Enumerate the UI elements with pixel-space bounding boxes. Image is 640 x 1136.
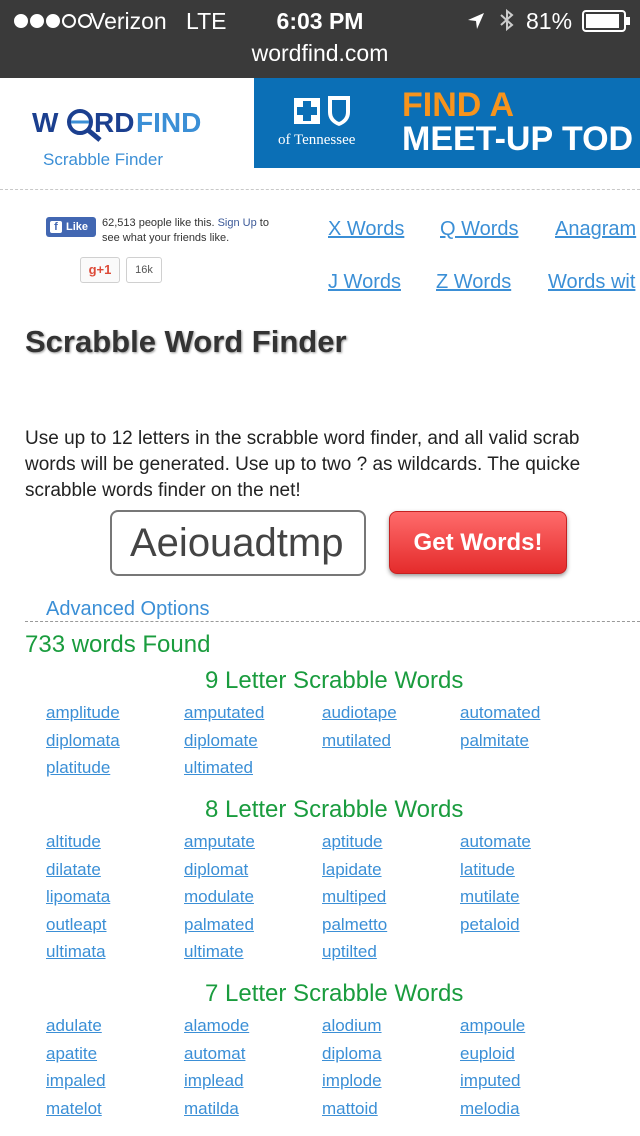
- word-link[interactable]: automate: [460, 832, 531, 852]
- word-link[interactable]: multiped: [322, 887, 386, 907]
- logo-subtitle: Scrabble Finder: [42, 150, 163, 169]
- word-link[interactable]: altitude: [46, 832, 101, 852]
- site-header: W RD FIND Scrabble Finder of Tennessee F…: [0, 78, 640, 190]
- battery-percent: 81%: [526, 8, 573, 34]
- word-link[interactable]: ultimata: [46, 942, 106, 962]
- word-link[interactable]: latitude: [460, 860, 515, 880]
- word-link[interactable]: diploma: [322, 1044, 382, 1064]
- intro-line: words will be generated. Use up to two ?…: [25, 454, 581, 475]
- word-link[interactable]: uptilted: [322, 942, 377, 962]
- bluetooth-icon: [498, 8, 516, 38]
- word-link[interactable]: diplomata: [46, 731, 120, 751]
- facebook-like-button[interactable]: f Like: [46, 217, 96, 237]
- word-link[interactable]: audiotape: [322, 703, 397, 723]
- facebook-icon: f: [50, 221, 62, 233]
- word-link[interactable]: dilatate: [46, 860, 101, 880]
- google-plus-count: 16k: [126, 257, 162, 283]
- nav-link-j-words[interactable]: J Words: [328, 271, 401, 294]
- word-link[interactable]: ultimated: [184, 758, 253, 778]
- word-link[interactable]: matilda: [184, 1099, 239, 1119]
- word-link[interactable]: amputate: [184, 832, 255, 852]
- word-link[interactable]: palmetto: [322, 915, 387, 935]
- section-title: 9 Letter Scrabble Words: [205, 667, 464, 694]
- intro-line: scrabble words finder on the net!: [25, 480, 301, 501]
- word-link[interactable]: outleapt: [46, 915, 107, 935]
- advertisement-banner[interactable]: of Tennessee FIND A MEET-UP TOD: [254, 78, 640, 168]
- word-link[interactable]: aptitude: [322, 832, 383, 852]
- location-arrow-icon: [466, 10, 486, 37]
- letters-input[interactable]: Aeiouadtmp: [110, 510, 366, 576]
- battery-icon: [582, 10, 632, 38]
- word-link[interactable]: automat: [184, 1044, 245, 1064]
- word-link[interactable]: lipomata: [46, 887, 110, 907]
- facebook-signup-link[interactable]: Sign Up: [218, 217, 257, 229]
- word-link[interactable]: platitude: [46, 758, 110, 778]
- word-link[interactable]: mutilated: [322, 731, 391, 751]
- word-link[interactable]: alodium: [322, 1016, 382, 1036]
- nav-link-words-with[interactable]: Words wit: [548, 271, 635, 294]
- word-link[interactable]: apatite: [46, 1044, 97, 1064]
- svg-text:FIND: FIND: [136, 107, 201, 138]
- word-link[interactable]: mutilate: [460, 887, 520, 907]
- word-link[interactable]: lapidate: [322, 860, 382, 880]
- facebook-like-text: 62,513 people like this. Sign Up to see …: [102, 217, 269, 244]
- word-link[interactable]: ultimate: [184, 942, 244, 962]
- nav-link-q-words[interactable]: Q Words: [440, 218, 519, 241]
- word-link[interactable]: matelot: [46, 1099, 102, 1119]
- nav-link-anagram[interactable]: Anagram: [555, 218, 636, 241]
- header-divider: [0, 189, 640, 190]
- word-link[interactable]: automated: [460, 703, 540, 723]
- word-link[interactable]: modulate: [184, 887, 254, 907]
- page-title: Scrabble Word Finder: [25, 324, 347, 359]
- word-link[interactable]: diplomate: [184, 731, 258, 751]
- ad-headline-2: MEET-UP TOD: [402, 120, 634, 158]
- word-link[interactable]: ampoule: [460, 1016, 525, 1036]
- ad-organization: of Tennessee: [278, 132, 356, 148]
- google-plus-button[interactable]: g+1: [80, 257, 120, 283]
- get-words-button[interactable]: Get Words!: [389, 511, 567, 574]
- wordfind-logo[interactable]: W RD FIND: [30, 92, 230, 142]
- svg-text:RD: RD: [94, 107, 134, 138]
- word-link[interactable]: melodia: [460, 1099, 520, 1119]
- word-link[interactable]: imputed: [460, 1071, 520, 1091]
- word-link[interactable]: diplomat: [184, 860, 248, 880]
- address-bar-url[interactable]: wordfind.com: [0, 40, 640, 67]
- bcbs-logo-icon: [288, 92, 368, 133]
- status-bar: Verizon LTE 6:03 PM 81% wordfind.com: [0, 0, 640, 78]
- intro-line: Use up to 12 letters in the scrabble wor…: [25, 428, 580, 449]
- nav-link-x-words[interactable]: X Words: [328, 218, 404, 241]
- word-link[interactable]: euploid: [460, 1044, 515, 1064]
- word-link[interactable]: implead: [184, 1071, 244, 1091]
- word-link[interactable]: adulate: [46, 1016, 102, 1036]
- word-link[interactable]: palmated: [184, 915, 254, 935]
- word-link[interactable]: petaloid: [460, 915, 520, 935]
- word-link[interactable]: mattoid: [322, 1099, 378, 1119]
- section-title: 7 Letter Scrabble Words: [205, 980, 464, 1007]
- section-title: 8 Letter Scrabble Words: [205, 796, 464, 823]
- advanced-options-link[interactable]: Advanced Options: [46, 598, 209, 621]
- word-link[interactable]: palmitate: [460, 731, 529, 751]
- nav-link-z-words[interactable]: Z Words: [436, 271, 511, 294]
- word-link[interactable]: impaled: [46, 1071, 106, 1091]
- svg-text:W: W: [32, 107, 59, 138]
- words-found-count: 733 words Found: [25, 631, 211, 658]
- word-link[interactable]: implode: [322, 1071, 382, 1091]
- intro-text: Use up to 12 letters in the scrabble wor…: [25, 426, 640, 504]
- word-link[interactable]: alamode: [184, 1016, 249, 1036]
- word-link[interactable]: amplitude: [46, 703, 120, 723]
- options-divider: [25, 621, 640, 622]
- word-link[interactable]: amputated: [184, 703, 264, 723]
